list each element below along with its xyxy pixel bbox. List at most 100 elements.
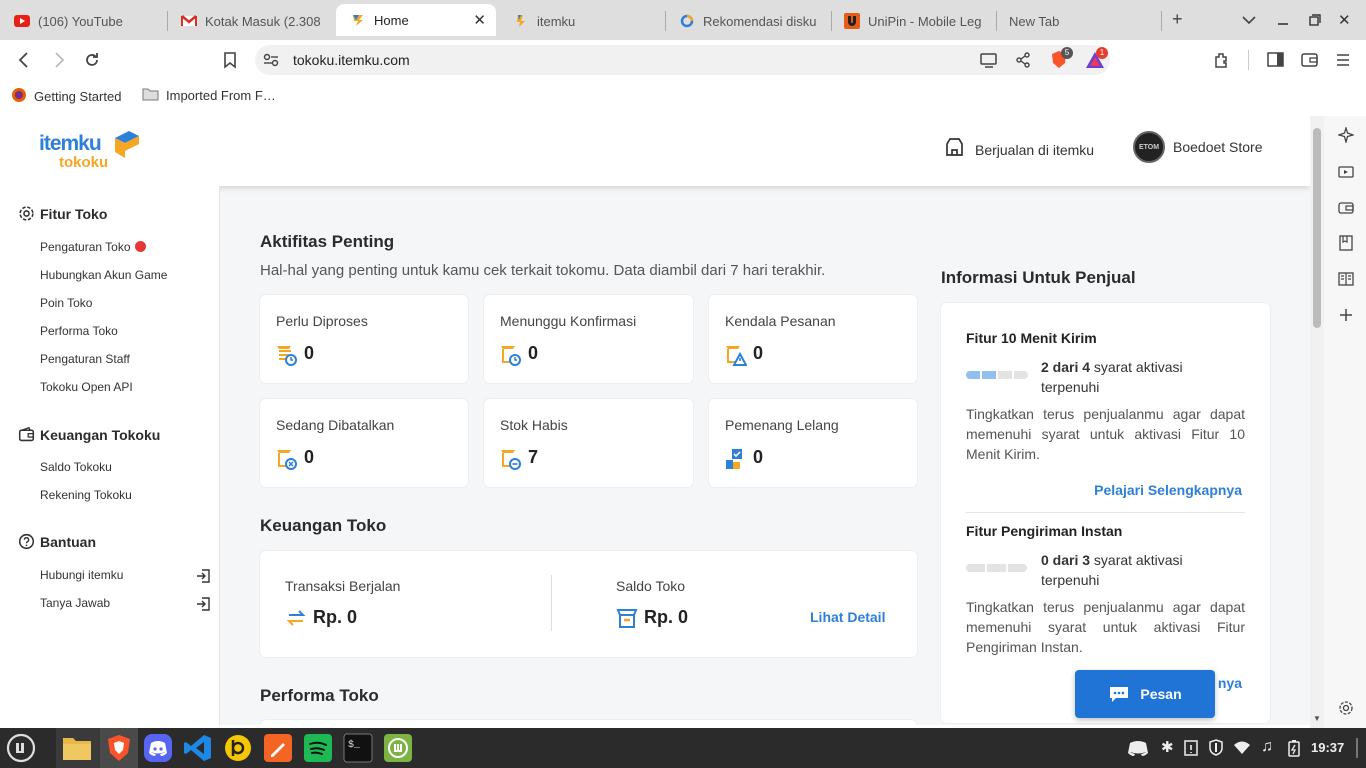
discord-tray-icon[interactable] bbox=[1127, 739, 1149, 762]
progress-text: 0 dari 3 syarat aktivasi terpenuhi bbox=[1041, 552, 1183, 588]
keuangan-card: Transaksi Berjalan Rp. 0 Saldo Toko Rp. … bbox=[260, 551, 917, 657]
store-profile[interactable]: ETOM Boedoet Store bbox=[1133, 131, 1263, 163]
tab-itemku[interactable]: itemku bbox=[513, 6, 653, 36]
update-shield-icon[interactable] bbox=[1208, 739, 1224, 761]
sidebar-item-hubungkan-akun[interactable]: Hubungkan Akun Game bbox=[40, 268, 167, 282]
tab-new[interactable]: New Tab bbox=[1009, 6, 1149, 36]
performa-card bbox=[260, 720, 917, 725]
wifi-icon[interactable] bbox=[1233, 740, 1251, 760]
brave-rewards-icon[interactable]: 1 bbox=[1085, 47, 1108, 75]
clipboard-icon[interactable] bbox=[1184, 739, 1198, 761]
bitwarden-icon[interactable] bbox=[222, 732, 254, 764]
sidebar-toggle-icon[interactable] bbox=[1267, 52, 1284, 72]
bookmark-imported-folder[interactable]: Imported From F… bbox=[142, 87, 276, 104]
sparkle-icon[interactable] bbox=[1338, 127, 1354, 143]
pelajari-link[interactable]: Pelajari Selengkapnya bbox=[1094, 482, 1242, 498]
battery-icon[interactable] bbox=[1287, 739, 1301, 762]
scrollbar-thumb[interactable] bbox=[1313, 128, 1321, 328]
chat-button[interactable]: Pesan bbox=[1075, 670, 1215, 718]
discord-icon[interactable] bbox=[142, 732, 174, 764]
extensions-icon[interactable] bbox=[1213, 51, 1231, 74]
sell-link[interactable]: Berjualan di itemku bbox=[944, 137, 1094, 163]
address-bar[interactable]: tokoku.itemku.com 5 1 bbox=[255, 45, 1110, 75]
reload-icon[interactable] bbox=[83, 51, 101, 74]
lihat-detail-link[interactable]: Lihat Detail bbox=[810, 609, 885, 625]
sound-icon[interactable]: ♫ bbox=[1261, 738, 1273, 756]
maximize-icon[interactable] bbox=[1309, 13, 1321, 31]
tab-gmail[interactable]: Kotak Masuk (2.308 bbox=[181, 6, 323, 36]
minimize-icon[interactable] bbox=[1277, 13, 1289, 31]
forward-icon[interactable] bbox=[52, 51, 66, 74]
software-manager-icon[interactable] bbox=[382, 732, 414, 764]
clock[interactable]: 19:37 bbox=[1311, 740, 1344, 755]
tab-home[interactable]: Home ✕ bbox=[336, 4, 496, 36]
info-item-title: Fitur 10 Menit Kirim bbox=[966, 330, 1097, 346]
menu-icon[interactable] bbox=[1336, 53, 1350, 72]
reading-list-icon[interactable] bbox=[1338, 235, 1354, 251]
bookmark-icon[interactable] bbox=[223, 51, 237, 74]
wallet-icon[interactable] bbox=[1301, 53, 1318, 72]
activity-card-sedang-dibatalkan[interactable]: Sedang Dibatalkan 0 bbox=[260, 399, 468, 487]
scroll-down-icon[interactable]: ▼ bbox=[1313, 714, 1321, 723]
web-page: itemku tokoku Berjualan di itemku ETOM B… bbox=[0, 116, 1310, 725]
show-desktop[interactable] bbox=[1356, 738, 1358, 758]
order-process-icon bbox=[277, 346, 297, 366]
spotify-icon[interactable] bbox=[302, 732, 334, 764]
brave-shield-icon[interactable]: 5 bbox=[1050, 47, 1073, 75]
files-icon[interactable] bbox=[61, 732, 93, 764]
brave-browser-icon[interactable] bbox=[103, 732, 135, 764]
terminal-icon[interactable]: $_ bbox=[342, 732, 374, 764]
help-icon bbox=[18, 533, 35, 550]
unipin-icon bbox=[844, 13, 860, 29]
cast-icon[interactable] bbox=[980, 52, 998, 73]
back-icon[interactable] bbox=[17, 51, 31, 74]
activity-card-menunggu-konfirmasi[interactable]: Menunggu Konfirmasi 0 bbox=[484, 295, 693, 383]
sidebar-item-pengaturan-staff[interactable]: Pengaturan Staff bbox=[40, 352, 130, 366]
activity-card-stok-habis[interactable]: Stok Habis 7 bbox=[484, 399, 693, 487]
activity-card-perlu-diproses[interactable]: Perlu Diproses 0 bbox=[260, 295, 468, 383]
text-editor-icon[interactable] bbox=[262, 732, 294, 764]
tab-youtube[interactable]: (106) YouTube bbox=[14, 6, 164, 36]
settings-icon[interactable] bbox=[1338, 700, 1354, 716]
media-icon[interactable] bbox=[1338, 164, 1354, 180]
browser-tab-strip: (106) YouTube Kotak Masuk (2.308 Home ✕ … bbox=[0, 0, 1366, 40]
sidebar-item-performa-toko[interactable]: Performa Toko bbox=[40, 324, 118, 338]
aktifitas-subtitle: Hal-hal yang penting untuk kamu cek terk… bbox=[260, 262, 826, 279]
tab-list-icon[interactable] bbox=[1242, 12, 1256, 30]
activity-card-kendala-pesanan[interactable]: Kendala Pesanan 0 bbox=[709, 295, 917, 383]
mint-menu-icon[interactable] bbox=[5, 732, 37, 764]
sidebar-item-open-api[interactable]: Tokoku Open API bbox=[40, 380, 133, 394]
close-window-icon[interactable]: ✕ bbox=[1338, 11, 1351, 29]
tab-rekomendasi[interactable]: Rekomendasi disku bbox=[679, 6, 819, 36]
pelajari-link[interactable]: nya bbox=[1218, 675, 1242, 691]
avatar: ETOM bbox=[1133, 131, 1165, 163]
gear-icon bbox=[19, 206, 34, 221]
bluetooth-icon[interactable]: ✱ bbox=[1161, 738, 1174, 756]
external-link-icon bbox=[197, 597, 210, 611]
sidebar-item-poin-toko[interactable]: Poin Toko bbox=[40, 296, 92, 310]
site-info-icon[interactable] bbox=[263, 53, 279, 72]
vscode-icon[interactable] bbox=[182, 732, 214, 764]
share-icon[interactable] bbox=[1015, 52, 1031, 73]
activity-card-pemenang-lelang[interactable]: Pemenang Lelang 0 bbox=[709, 399, 917, 487]
saldo-value: Rp. 0 bbox=[644, 607, 689, 627]
tab-unipin[interactable]: UniPin - Mobile Leg bbox=[844, 6, 984, 36]
wallet-icon[interactable] bbox=[1338, 200, 1354, 216]
progress-text: 2 dari 4 syarat aktivasi terpenuhi bbox=[1041, 359, 1183, 395]
sidebar-item-pengaturan-toko[interactable]: Pengaturan Toko bbox=[40, 240, 146, 254]
sidebar-item-saldo-tokoku[interactable]: Saldo Tokoku bbox=[40, 460, 112, 474]
sidebar-item-tanya-jawab[interactable]: Tanya Jawab bbox=[40, 596, 110, 610]
new-tab-icon[interactable]: + bbox=[1172, 9, 1183, 30]
add-panel-icon[interactable] bbox=[1338, 307, 1354, 323]
sidebar-item-hubungi[interactable]: Hubungi itemku bbox=[40, 568, 123, 582]
bookmark-getting-started[interactable]: Getting Started bbox=[11, 87, 121, 106]
close-tab-icon[interactable]: ✕ bbox=[473, 11, 486, 29]
bookmarks-panel-icon[interactable] bbox=[1338, 271, 1354, 287]
progress-segment bbox=[966, 371, 980, 379]
progress-segment bbox=[982, 371, 996, 379]
auction-winner-icon bbox=[726, 449, 742, 469]
youtube-icon bbox=[14, 13, 30, 29]
order-cancel-icon bbox=[277, 450, 297, 470]
progress-segment bbox=[1014, 371, 1028, 379]
sidebar-item-rekening-tokoku[interactable]: Rekening Tokoku bbox=[40, 488, 132, 502]
